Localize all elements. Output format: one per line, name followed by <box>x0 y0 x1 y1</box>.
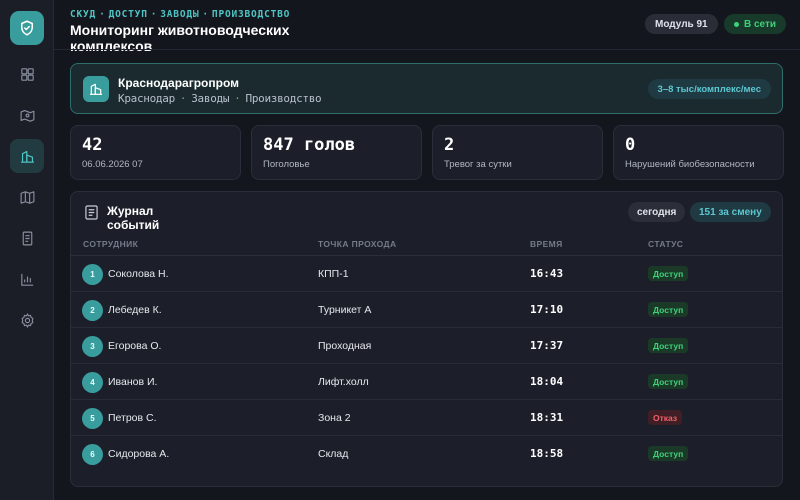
stat-card-biosecurity: 0 Нарушений биобезопасности <box>613 125 784 180</box>
stat-label: Тревог за сутки <box>444 159 512 170</box>
column-header-employee[interactable]: СОТРУДНИК <box>83 239 138 249</box>
breadcrumb-item[interactable]: ДОСТУП <box>109 9 148 20</box>
employee-name: Егорова О. <box>108 340 162 352</box>
stat-value: 42 <box>82 135 103 155</box>
journal-document-icon <box>85 205 98 220</box>
stat-card-livestock: 847 голов Поголовье <box>251 125 422 180</box>
breadcrumb-item[interactable]: ЗАВОДЫ <box>160 9 199 20</box>
row-number-avatar: 1 <box>82 264 103 285</box>
row-number-avatar: 4 <box>82 372 103 393</box>
sidebar-item-analytics[interactable] <box>10 262 44 296</box>
sidebar-item-documents[interactable] <box>10 221 44 255</box>
table-row[interactable]: 3 Егорова О. Проходная 17:37 Доступ <box>71 328 782 364</box>
sidebar <box>0 0 54 500</box>
stat-label: Нарушений биобезопасности <box>625 159 755 170</box>
access-point: Проходная <box>318 340 372 352</box>
sidebar-item-dashboard[interactable] <box>10 57 44 91</box>
company-path-item: Производство <box>245 92 322 105</box>
table-row[interactable]: 6 Сидорова А. Склад 18:58 Доступ <box>71 436 782 472</box>
employee-name: Иванов И. <box>108 376 158 388</box>
event-time: 17:10 <box>530 303 564 316</box>
row-number-avatar: 6 <box>82 444 103 465</box>
access-point: Зона 2 <box>318 412 351 424</box>
sidebar-item-settings[interactable] <box>10 303 44 337</box>
status-badge: Доступ <box>648 374 689 389</box>
journal-title: Журнал событий <box>107 204 160 232</box>
sidebar-item-factories[interactable] <box>10 139 44 173</box>
dashboard-icon <box>20 67 34 81</box>
map-icon <box>20 190 34 204</box>
shield-logo-icon[interactable] <box>10 11 44 45</box>
status-badge: Отказ <box>648 410 683 425</box>
access-point: Лифт.холл <box>318 376 369 388</box>
column-header-time[interactable]: ВРЕМЯ <box>530 239 563 249</box>
status-badge: Доступ <box>648 446 689 461</box>
company-path: Краснодар · Заводы · Производство <box>118 92 322 105</box>
table-row[interactable]: 2 Лебедев К. Турникет А 17:10 Доступ <box>71 292 782 328</box>
status-badge: Доступ <box>648 266 689 281</box>
access-point: Турникет А <box>318 304 372 316</box>
sidebar-item-routes[interactable] <box>10 98 44 132</box>
stat-label: 06.06.2026 07 <box>82 159 143 170</box>
status-badge: Доступ <box>648 302 689 317</box>
company-card[interactable]: Краснодарагропром Краснодар · Заводы · Произ… <box>70 63 783 114</box>
document-icon <box>22 231 32 245</box>
company-name: Краснодарагропром <box>118 76 240 90</box>
stat-card-events: 42 06.06.2026 07 <box>70 125 241 180</box>
company-building-icon <box>83 76 109 102</box>
table-row[interactable]: 4 Иванов И. Лифт.холл 18:04 Доступ <box>71 364 782 400</box>
breadcrumb: СКУД · ДОСТУП · ЗАВОДЫ · ПРОИЗВОДСТВО <box>70 9 291 20</box>
row-number-avatar: 3 <box>82 336 103 357</box>
event-journal: Журнал событий сегодня 151 за смену СОТР… <box>70 191 783 487</box>
row-number-avatar: 2 <box>82 300 103 321</box>
row-number-avatar: 5 <box>82 408 103 429</box>
table-row[interactable]: 5 Петров С. Зона 2 18:31 Отказ <box>71 400 782 436</box>
column-header-status[interactable]: СТАТУС <box>648 239 683 249</box>
building-icon <box>20 150 34 163</box>
header-divider <box>54 49 800 50</box>
table-row[interactable]: 1 Соколова Н. КПП-1 16:43 Доступ <box>71 256 782 292</box>
rate-badge: 3–8 тыс/комплекс/мес <box>647 79 771 99</box>
event-time: 18:04 <box>530 375 564 388</box>
status-badge: Доступ <box>648 338 689 353</box>
column-header-point[interactable]: ТОЧКА ПРОХОДА <box>318 239 397 249</box>
online-status-label: В сети <box>744 18 777 30</box>
status-dot-icon <box>734 21 739 27</box>
breadcrumb-item[interactable]: ПРОИЗВОДСТВО <box>212 9 290 20</box>
stat-value: 847 голов <box>263 135 356 155</box>
event-time: 17:37 <box>530 339 564 352</box>
stat-label: Поголовье <box>263 159 310 170</box>
event-time: 18:58 <box>530 447 564 460</box>
employee-name: Сидорова А. <box>108 448 170 460</box>
module-badge: Модуль 91 <box>645 14 718 34</box>
bar-chart-icon <box>20 273 33 286</box>
gear-icon <box>21 312 33 328</box>
access-point: Склад <box>318 448 349 460</box>
stat-value: 0 <box>625 135 636 155</box>
map-route-icon <box>20 109 34 122</box>
access-point: КПП-1 <box>318 268 349 280</box>
stat-card-alarms: 2 Тревог за сутки <box>432 125 603 180</box>
breadcrumb-item[interactable]: СКУД <box>70 9 96 20</box>
event-time: 18:31 <box>530 411 564 424</box>
shift-count-badge: 151 за смену <box>690 202 771 222</box>
employee-name: Петров С. <box>108 412 157 424</box>
company-path-item: Заводы <box>191 92 230 105</box>
event-time: 16:43 <box>530 267 564 280</box>
filter-today-button[interactable]: сегодня <box>628 202 686 222</box>
employee-name: Лебедев К. <box>108 304 162 316</box>
company-path-item: Краснодар <box>118 92 175 105</box>
sidebar-item-map[interactable] <box>10 180 44 214</box>
online-status-badge: В сети <box>724 14 787 34</box>
stat-value: 2 <box>444 135 455 155</box>
employee-name: Соколова Н. <box>108 268 169 280</box>
